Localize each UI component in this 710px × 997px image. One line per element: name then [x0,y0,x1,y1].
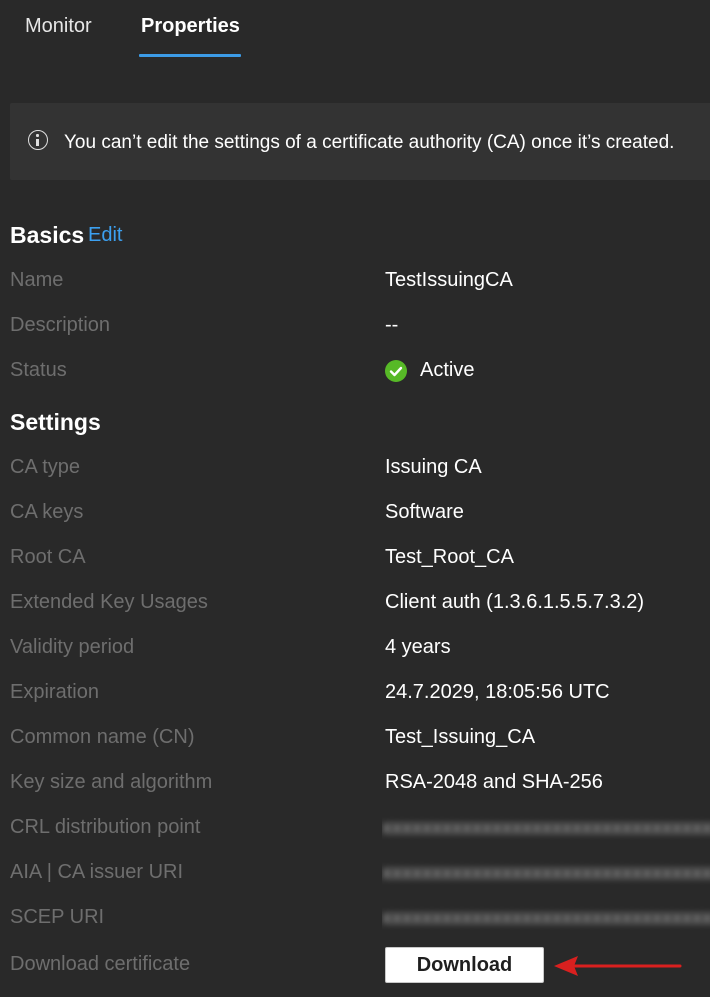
property-value: RSA-2048 and SHA-256 [385,771,603,793]
property-label: Validity period [10,636,135,658]
download-certificate-button[interactable]: Download [385,947,544,983]
property-row-common-name: Common name (CN) Test_Issuing_CA [0,722,710,752]
property-value: Issuing CA [385,456,482,478]
property-value: -- [385,314,399,336]
redacted-url: xxxxxxxxxxxxxxxxxxxxxxxxxxxxxxxxxxxxxxxx… [382,862,710,884]
property-label: Status [10,359,67,381]
info-banner: You can’t edit the settings of a certifi… [10,103,710,180]
property-label: Root CA [10,546,86,568]
property-row-validity-period: Validity period 4 years [0,632,710,662]
property-row-key-size-algorithm: Key size and algorithm RSA-2048 and SHA-… [0,767,710,797]
property-row-description: Description -- [0,310,710,340]
property-label: Expiration [10,681,99,703]
property-label: Download certificate [10,953,191,975]
redacted-url: xxxxxxxxxxxxxxxxxxxxxxxxxxxxxxxxxxxxxxxx… [382,907,710,929]
section-title-basics: Basics [10,222,85,248]
edit-basics-link[interactable]: Edit [88,222,122,248]
property-value: Client auth (1.3.6.1.5.5.7.3.2) [385,591,645,613]
property-row-ca-keys: CA keys Software [0,497,710,527]
property-label: CA keys [10,501,84,523]
property-row-expiration: Expiration 24.7.2029, 18:05:56 UTC [0,677,710,707]
property-label: CA type [10,456,81,478]
property-label: Extended Key Usages [10,591,208,613]
tab-bar: Monitor Properties [0,0,710,60]
property-label: Common name (CN) [10,726,195,748]
check-circle-icon [385,360,407,382]
property-value: TestIssuingCA [385,269,513,291]
active-tab-indicator [139,54,241,57]
info-icon [28,130,48,150]
property-label: AIA | CA issuer URI [10,861,184,883]
property-value: 24.7.2029, 18:05:56 UTC [385,681,610,703]
property-row-aia-ca-issuer-uri: AIA | CA issuer URI xxxxxxxxxxxxxxxxxxxx… [0,857,710,887]
property-label: CRL distribution point [10,816,201,838]
property-row-root-ca: Root CA Test_Root_CA [0,542,710,572]
property-row-crl-distribution-point: CRL distribution point xxxxxxxxxxxxxxxxx… [0,812,710,842]
property-label: Description [10,314,111,336]
annotation-arrow-icon [554,956,682,976]
property-row-scep-uri: SCEP URI xxxxxxxxxxxxxxxxxxxxxxxxxxxxxxx… [0,902,710,932]
property-value: Test_Issuing_CA [385,726,536,748]
property-label: Key size and algorithm [10,771,213,793]
property-label: Name [10,269,64,291]
property-row-ca-type: CA type Issuing CA [0,452,710,482]
property-value: 4 years [385,636,451,658]
tab-properties[interactable]: Properties [141,13,240,39]
property-label: SCEP URI [10,906,105,928]
property-value: Test_Root_CA [385,546,514,568]
tab-monitor[interactable]: Monitor [25,13,92,39]
property-value: Software [385,501,464,523]
info-banner-message: You can’t edit the settings of a certifi… [64,132,675,153]
redacted-url: xxxxxxxxxxxxxxxxxxxxxxxxxxxxxxxxxxxxxxxx… [382,817,710,839]
section-title-settings: Settings [10,409,101,435]
property-row-status: Status Active [0,355,710,385]
property-row-extended-key-usages: Extended Key Usages Client auth (1.3.6.1… [0,587,710,617]
status-value: Active [420,359,475,381]
property-row-name: Name TestIssuingCA [0,265,710,295]
